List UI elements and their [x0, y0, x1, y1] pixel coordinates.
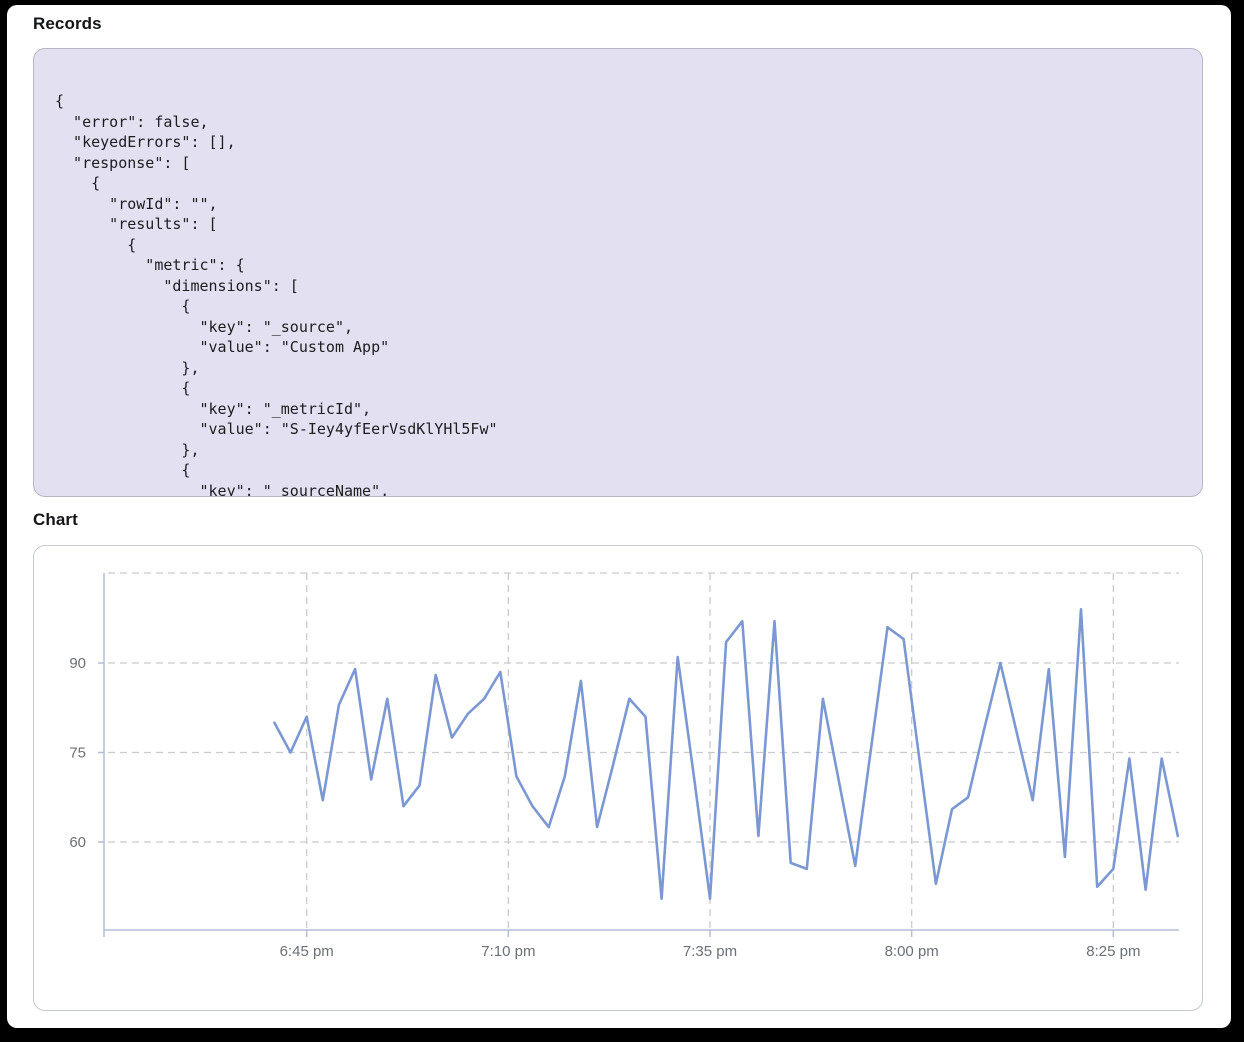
- records-json-panel[interactable]: { "error": false, "keyedErrors": [], "re…: [33, 48, 1203, 497]
- x-axis-tick-label: 8:25 pm: [1086, 943, 1140, 960]
- records-json-code: { "error": false, "keyedErrors": [], "re…: [34, 49, 1202, 497]
- y-axis-tick-label: 75: [69, 745, 86, 762]
- x-axis-tick-label: 7:10 pm: [481, 943, 535, 960]
- line-chart[interactable]: 90 75 60 6:45 pm 7:10 pm 7:35 pm 8:00 pm 8:25 p…: [34, 546, 1203, 1011]
- x-axis-tick-label: 6:45 pm: [280, 943, 334, 960]
- app-window: Records { "error": false, "keyedErrors":…: [7, 5, 1231, 1028]
- records-section-title: Records: [33, 14, 102, 34]
- chart-panel: 90 75 60 6:45 pm 7:10 pm 7:35 pm 8:00 pm 8:25 p…: [33, 545, 1203, 1011]
- y-axis-tick-label: 90: [69, 655, 86, 672]
- x-axis-tick-label: 8:00 pm: [885, 943, 939, 960]
- x-axis-tick-label: 7:35 pm: [683, 943, 737, 960]
- chart-section-title: Chart: [33, 510, 78, 530]
- chart-series-line: [274, 609, 1177, 898]
- y-axis-tick-label: 60: [69, 834, 86, 851]
